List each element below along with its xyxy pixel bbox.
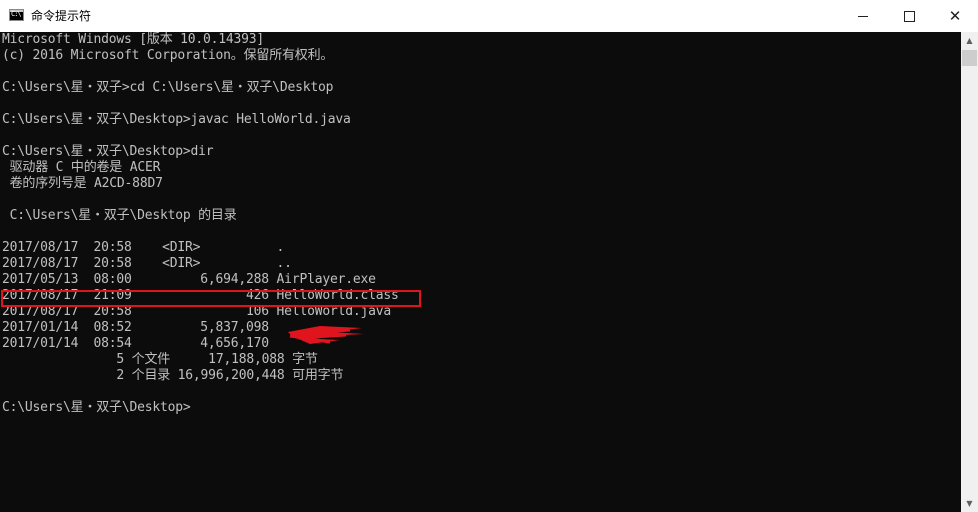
console-line: 2 个目录 16,996,200,448 可用字节	[2, 368, 344, 383]
console-text: Microsoft Windows [版本 10.0.14393] (c) 201…	[2, 32, 399, 416]
console-line: (c) 2016 Microsoft Corporation。保留所有权利。	[2, 48, 334, 63]
console-line: C:\Users\星・双子\Desktop>javac HelloWorld.j…	[2, 112, 351, 127]
window-title: 命令提示符	[31, 9, 92, 23]
title-bar[interactable]: C:\ 命令提示符 ✕	[0, 0, 978, 32]
command-prompt-window: C:\ 命令提示符 ✕ Microsoft Windows [版本 10.0.1…	[0, 0, 978, 512]
maximize-icon	[903, 10, 915, 22]
close-icon: ✕	[948, 6, 962, 25]
console-line: 2017/05/13 08:00 6,694,288 AirPlayer.exe	[2, 272, 376, 287]
console-line: 卷的序列号是 A2CD-88D7	[2, 176, 163, 191]
maximize-button[interactable]	[886, 0, 932, 32]
console-line: 5 个文件 17,188,088 字节	[2, 352, 318, 367]
scroll-thumb[interactable]	[962, 50, 977, 66]
close-button[interactable]: ✕	[932, 0, 978, 32]
cmd-icon[interactable]: C:\	[9, 9, 24, 21]
redaction-scribble	[288, 326, 364, 344]
console-line: C:\Users\星・双子>cd C:\Users\星・双子\Desktop	[2, 80, 334, 95]
console-line: 2017/08/17 20:58 <DIR> ..	[2, 256, 292, 271]
console-line: Microsoft Windows [版本 10.0.14393]	[2, 32, 265, 47]
minimize-button[interactable]	[840, 0, 886, 32]
scroll-down-icon[interactable]: ▼	[961, 495, 978, 512]
console-line: 驱动器 C 中的卷是 ACER	[2, 160, 161, 175]
cmd-icon-text: C:\	[11, 10, 22, 18]
minimize-icon	[858, 15, 868, 17]
console-line: C:\Users\星・双子\Desktop>	[2, 400, 191, 415]
console-line: 2017/08/17 20:58 <DIR> .	[2, 240, 285, 255]
vertical-scrollbar[interactable]: ▲ ▼	[961, 32, 978, 512]
highlight-annotation-box	[1, 290, 421, 307]
console-line: C:\Users\星・双子\Desktop>dir	[2, 144, 214, 159]
console-line: C:\Users\星・双子\Desktop 的目录	[2, 208, 237, 223]
console-output[interactable]: Microsoft Windows [版本 10.0.14393] (c) 201…	[0, 32, 961, 512]
scroll-up-icon[interactable]: ▲	[961, 32, 978, 49]
